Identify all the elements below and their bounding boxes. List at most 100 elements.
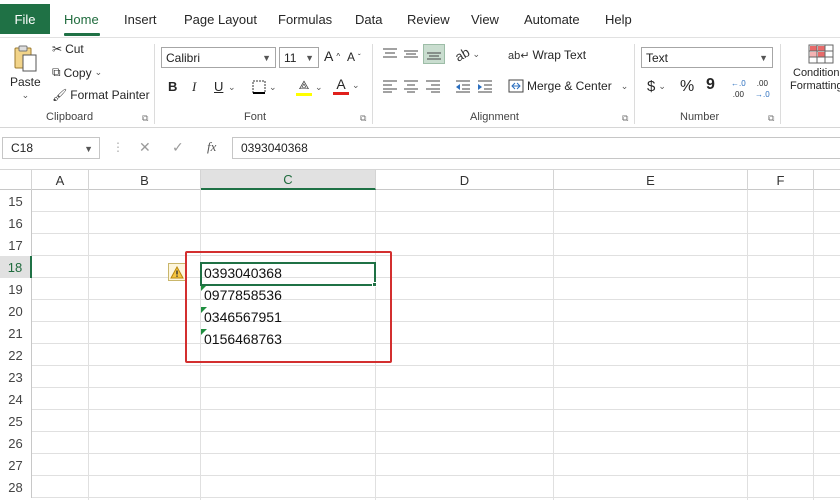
cancel-icon[interactable]: ✕ [139,139,151,156]
conditional-formatting-button[interactable]: Conditional Formatting [790,44,840,92]
column-header-b[interactable]: B [89,170,201,190]
row-header[interactable]: 17 [0,234,32,256]
table-row: 27 [0,454,840,476]
comma-style-button[interactable]: 9 [706,76,715,94]
decrease-decimal-button[interactable]: .00 →.0 [755,80,770,99]
number-format-combo[interactable]: Text ▼ [641,47,773,68]
chevron-down-icon: ▼ [759,53,768,63]
row-header[interactable]: 20 [0,300,32,322]
ribbon: Paste ⌄ ✂ Cut ⧉ Copy ⌄ 🖌 Format Painter … [0,38,840,128]
tab-insert[interactable]: Insert [124,12,157,27]
orientation-button[interactable]: ab ⌄ [452,44,480,64]
group-divider [372,44,373,124]
name-box[interactable]: C18 ▼ [2,137,100,159]
tab-view[interactable]: View [471,12,499,27]
column-header-c[interactable]: C [201,170,376,190]
tab-home[interactable]: Home [64,12,99,27]
copy-button[interactable]: ⧉ Copy ⌄ [52,65,102,80]
row-header[interactable]: 26 [0,432,32,454]
group-divider [780,44,781,124]
tab-file[interactable]: File [0,4,50,34]
dialog-launcher-icon[interactable]: ⧉ [142,113,148,124]
column-header-a[interactable]: A [32,170,89,190]
table-row: 23 [0,366,840,388]
insert-function-button[interactable]: fx [207,139,216,155]
enter-check-icon[interactable]: ✓ [172,139,184,156]
row-header[interactable]: 15 [0,190,32,212]
align-bottom-button[interactable] [423,44,445,64]
font-color-button[interactable]: A ⌄ [333,76,360,95]
row-header[interactable]: 25 [0,410,32,432]
increase-decimal-button[interactable]: ←.0 .00 [731,80,746,99]
table-row: 17 [0,234,840,256]
formula-input[interactable]: 0393040368 [232,137,840,159]
italic-button[interactable]: I [192,79,196,95]
scissors-icon: ✂ [52,42,63,56]
row-header[interactable]: 16 [0,212,32,234]
borders-button[interactable]: ⌄ [252,80,277,94]
shrink-font-button[interactable]: Aˇ [347,50,361,64]
row-header[interactable]: 24 [0,388,32,410]
align-top-button[interactable] [382,47,398,61]
chevron-down-icon: ▼ [262,53,271,63]
column-header-f[interactable]: F [748,170,814,190]
paste-icon [14,45,37,72]
row-header[interactable]: 28 [0,476,32,498]
column-header-d[interactable]: D [376,170,554,190]
group-divider [154,44,155,124]
row-header[interactable]: 22 [0,344,32,366]
percent-button[interactable]: % [680,78,694,96]
wrap-text-button[interactable]: ab↵ Wrap Text [508,48,586,62]
borders-icon [252,80,266,94]
cut-button[interactable]: ✂ Cut [52,42,84,56]
font-size-combo[interactable]: 11 ▼ [279,47,319,68]
number-group-label: Number [680,111,720,123]
merge-center-icon [508,79,524,93]
increase-decimal-icon-lower: .00 [732,90,744,99]
row-header[interactable]: 21 [0,322,32,344]
tab-review[interactable]: Review [407,12,450,27]
underline-button[interactable]: U [214,79,223,94]
tab-page-layout[interactable]: Page Layout [184,12,257,27]
decrease-decimal-icon: .00 [756,79,768,88]
increase-indent-button[interactable] [477,79,493,93]
error-options-button[interactable] [168,263,186,281]
decrease-decimal-icon-lower: →.0 [755,90,770,99]
currency-button[interactable]: $ ⌄ [647,78,666,95]
dialog-launcher-icon[interactable]: ⧉ [622,113,628,124]
number-format-value: Text [646,50,669,65]
row-header[interactable]: 23 [0,366,32,388]
row-header[interactable]: 19 [0,278,32,300]
grow-font-button[interactable]: A ^ [324,48,340,64]
bold-button[interactable]: B [168,79,177,94]
tab-formulas[interactable]: Formulas [278,12,332,27]
table-row: 24 [0,388,840,410]
cut-label: Cut [65,42,84,56]
tab-help[interactable]: Help [605,12,632,27]
row-header[interactable]: 18 [0,256,32,278]
merge-center-button[interactable]: Merge & Center ⌄ [508,79,628,93]
format-painter-button[interactable]: 🖌 Format Painter [52,88,150,102]
dialog-launcher-icon[interactable]: ⧉ [768,113,774,124]
tab-automate[interactable]: Automate [524,12,580,27]
underline-dropdown[interactable]: ⌄ [228,82,236,93]
paste-button[interactable]: Paste ⌄ [10,44,41,101]
row-header[interactable]: 27 [0,454,32,476]
warning-icon [170,265,184,278]
align-right-button[interactable] [425,79,441,93]
fill-color-button[interactable]: ⟁ ⌄ [296,78,323,96]
align-middle-button[interactable] [403,47,419,61]
align-left-button[interactable] [382,79,398,93]
table-row: 25 [0,410,840,432]
shrink-font-icon: A [347,50,356,64]
decrease-indent-button[interactable] [455,79,471,93]
font-color-swatch [333,92,349,95]
font-name-combo[interactable]: Calibri ▼ [161,47,276,68]
conditional-formatting-label-2: Formatting [790,80,840,92]
dialog-launcher-icon[interactable]: ⧉ [360,113,366,124]
select-all-corner[interactable] [0,170,32,190]
align-center-button[interactable] [403,79,419,93]
formula-bar: C18 ▼ ⋮ ✕ ✓ fx 0393040368 [0,128,840,170]
column-header-e[interactable]: E [554,170,748,190]
tab-data[interactable]: Data [355,12,382,27]
